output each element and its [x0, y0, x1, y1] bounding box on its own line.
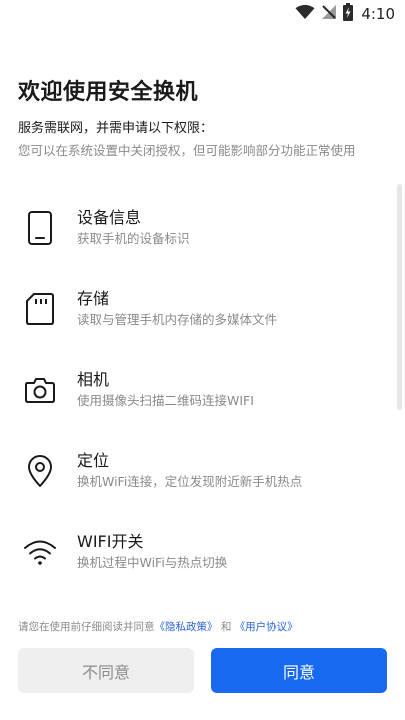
permission-name: 存储 — [77, 289, 110, 308]
permission-desc: 换机过程中WiFi与热点切换 — [77, 555, 228, 570]
permission-item-device-info: 设备信息 获取手机的设备标识 — [0, 200, 395, 260]
permission-name: 定位 — [77, 451, 110, 470]
wifi-icon — [295, 4, 315, 24]
permission-item-location: 定位 换机WiFi连接，定位发现附近新手机热点 — [0, 443, 395, 503]
scrollbar[interactable] — [397, 184, 402, 410]
status-time: 4:10 — [361, 5, 395, 23]
permission-desc: 使用摄像头扫描二维码连接WIFI — [77, 393, 254, 408]
permission-item-wifi: WIFI开关 换机过程中WiFi与热点切换 — [0, 524, 395, 584]
permission-item-storage: 存储 读取与管理手机内存储的多媒体文件 — [0, 281, 395, 341]
battery-charging-icon — [343, 3, 354, 25]
consent-and: 和 — [220, 621, 232, 633]
permission-name: 相机 — [77, 370, 110, 389]
consent-text: 请您在使用前仔细阅读并同意《隐私政策》 和 《用户协议》 — [18, 619, 298, 634]
permission-desc: 换机WiFi连接，定位发现附近新手机热点 — [77, 474, 303, 489]
status-icons: 4:10 — [295, 3, 395, 25]
wifi-icon — [22, 532, 58, 572]
no-signal-icon — [321, 4, 337, 24]
location-icon — [22, 451, 58, 491]
permission-desc: 读取与管理手机内存储的多媒体文件 — [77, 312, 278, 327]
privacy-policy-link[interactable]: 《隐私政策》 — [155, 621, 218, 633]
consent-prefix: 请您在使用前仔细阅读并同意 — [18, 621, 155, 633]
page-subtitle: 服务需联网，并需申请以下权限： — [18, 121, 214, 136]
phone-icon — [22, 208, 58, 248]
agree-button[interactable]: 同意 — [211, 648, 387, 693]
permission-desc: 获取手机的设备标识 — [77, 231, 190, 246]
permission-note: 您可以在系统设置中关闭授权，但可能影响部分功能正常使用 — [18, 143, 356, 158]
page-title: 欢迎使用安全换机 — [18, 80, 199, 105]
camera-icon — [22, 370, 58, 410]
sd-card-icon — [22, 289, 58, 329]
user-agreement-link[interactable]: 《用户协议》 — [235, 621, 298, 633]
disagree-button[interactable]: 不同意 — [18, 648, 194, 693]
permission-name: WIFI开关 — [77, 532, 144, 551]
permission-name: 设备信息 — [77, 208, 142, 227]
permission-item-camera: 相机 使用摄像头扫描二维码连接WIFI — [0, 362, 395, 422]
status-bar: 4:10 — [0, 0, 405, 28]
